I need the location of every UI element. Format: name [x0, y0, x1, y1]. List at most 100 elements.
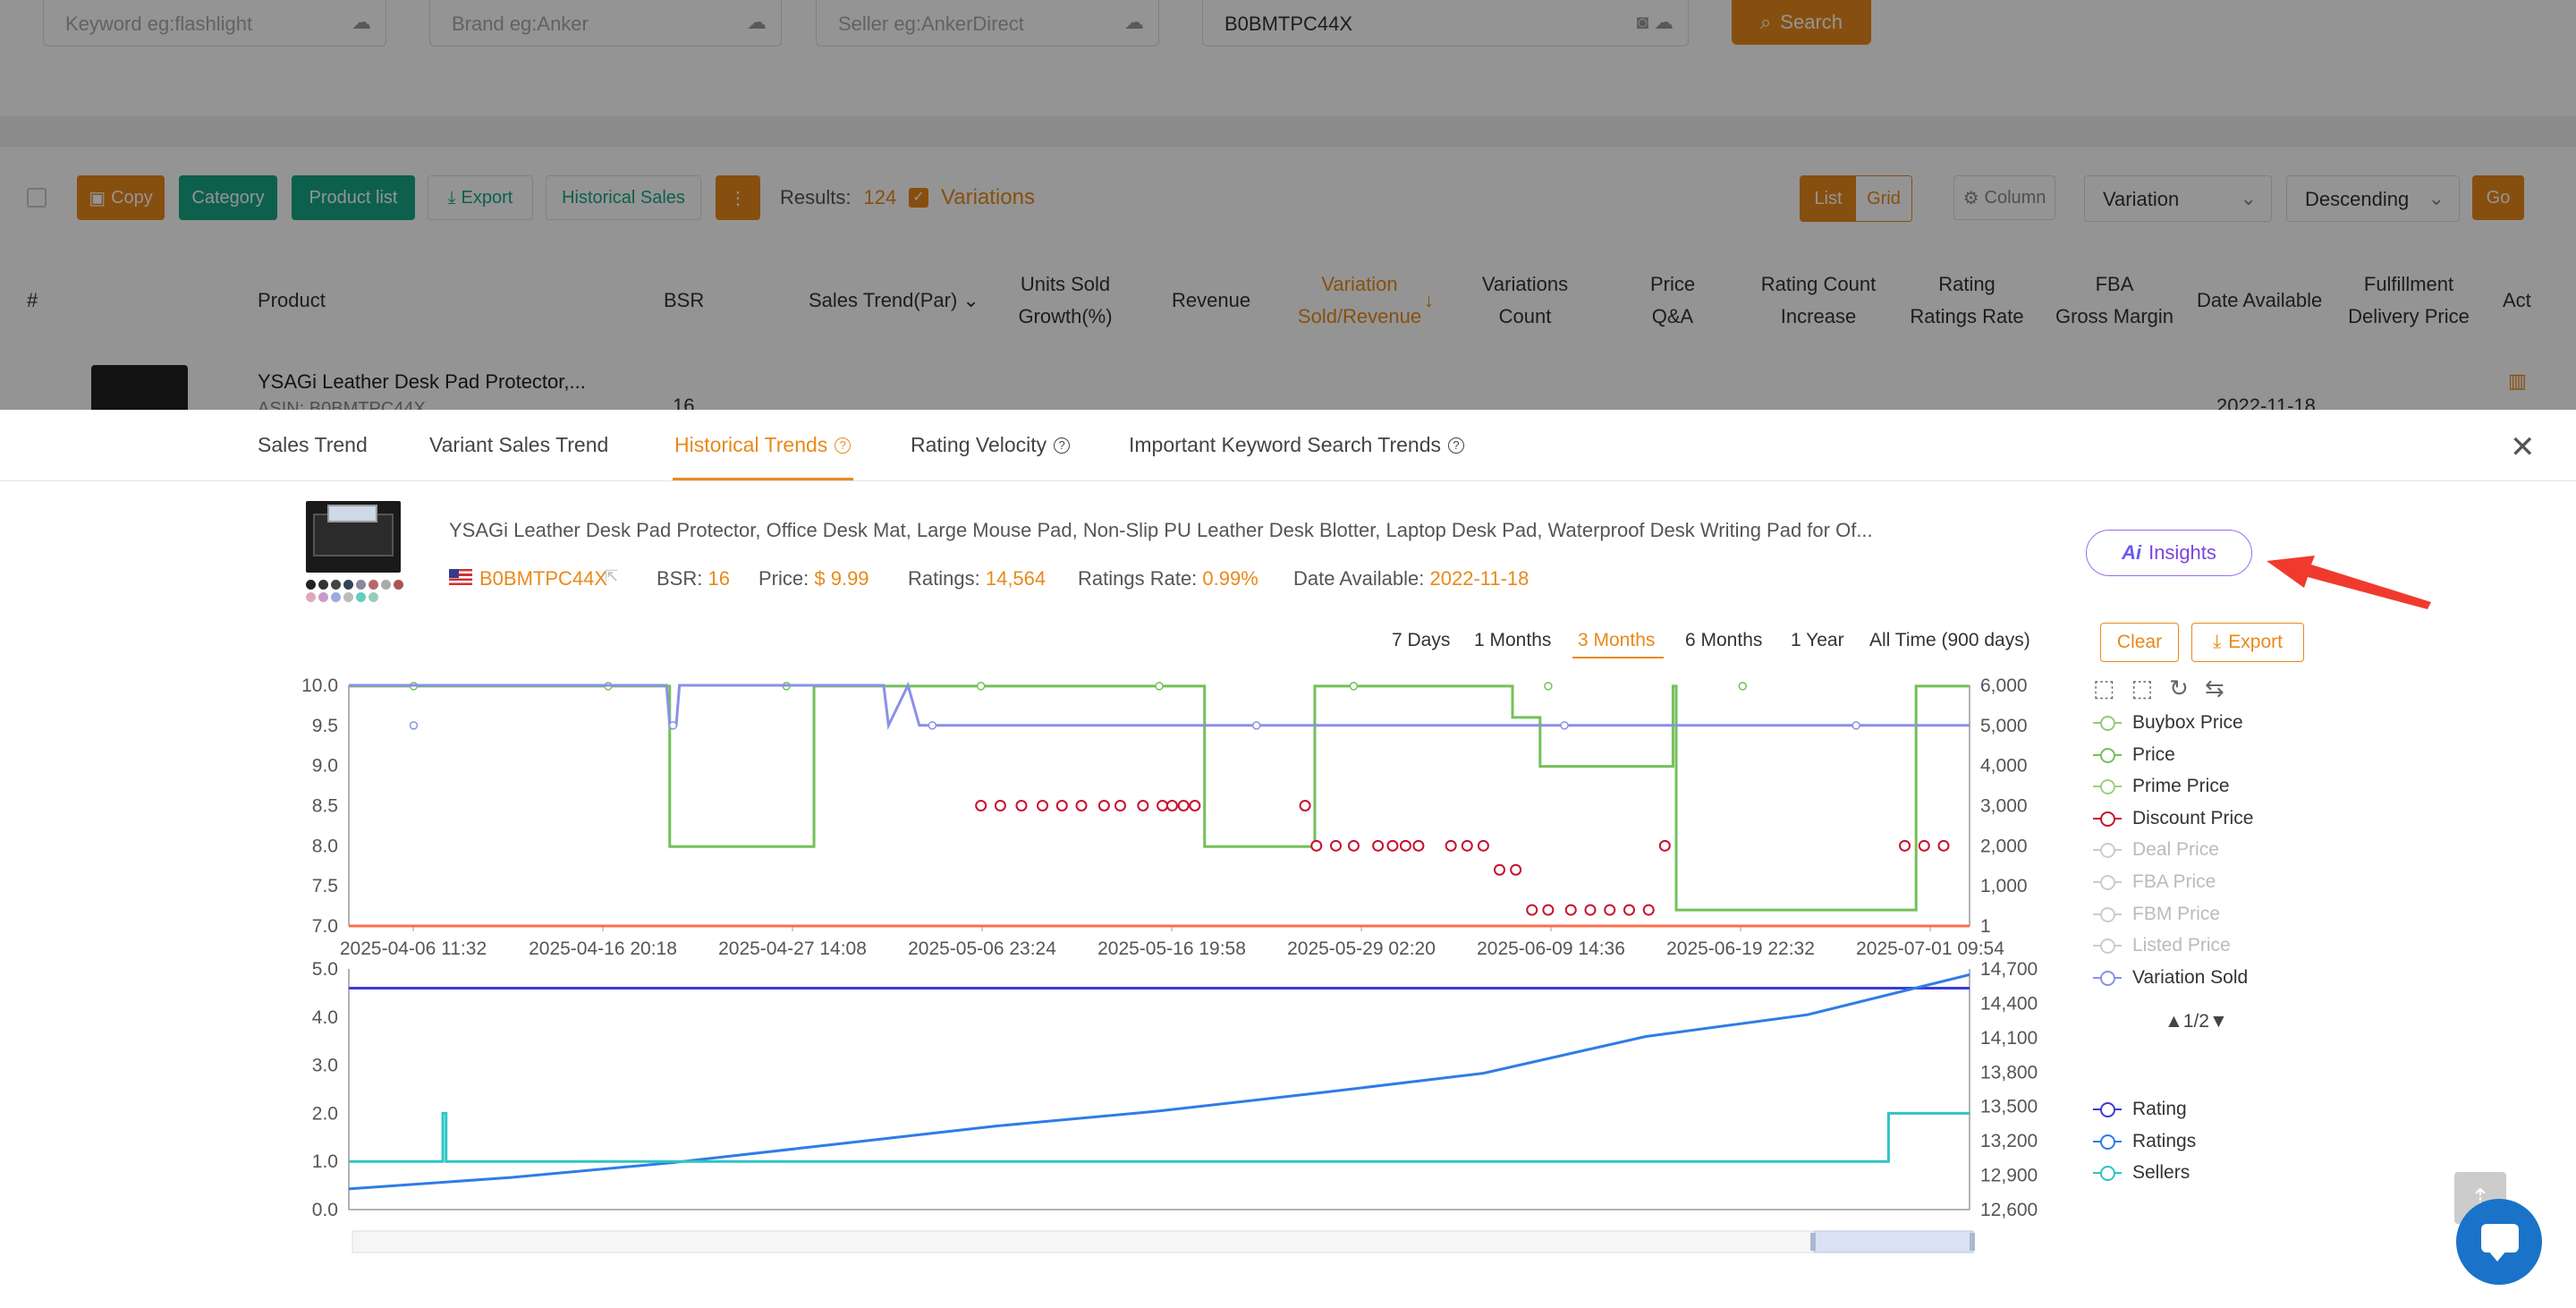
y-right-tick-label: 12,600 — [1980, 1200, 2038, 1220]
y-tick-label: 10.0 — [301, 675, 338, 696]
x-tick-label: 2025-05-16 19:58 — [1097, 939, 1246, 959]
historical-trends-chart[interactable]: 10.09.59.08.58.07.57.06,0005,0004,0003,0… — [0, 410, 2057, 1308]
x-tick-label: 2025-06-09 14:36 — [1477, 939, 1625, 959]
series-variation-sold-point — [928, 721, 937, 730]
legend-item-discount-price[interactable]: Discount Price — [2093, 808, 2253, 829]
x-tick-label: 2025-05-06 23:24 — [908, 939, 1056, 959]
series-discount-price-point — [1177, 800, 1190, 811]
legend-label: Sellers — [2132, 1162, 2190, 1184]
pager-prev-icon[interactable]: ▲ — [2165, 1011, 2183, 1032]
series-discount-price-point — [1189, 800, 1201, 811]
legend-pager[interactable]: ▲1/2▼ — [2165, 1011, 2228, 1032]
legend-marker-icon — [2093, 873, 2122, 891]
legend-marker-icon — [2093, 841, 2122, 859]
series-discount-price-point — [1310, 839, 1323, 852]
x-tick-label: 2025-04-16 20:18 — [529, 939, 677, 959]
y-tick-label: 7.5 — [312, 876, 338, 896]
legend-item-fbm-price[interactable]: FBM Price — [2093, 904, 2220, 925]
y-right-tick-label: 12,900 — [1980, 1166, 2038, 1186]
zoom-reset-icon[interactable]: ⬚ — [2131, 675, 2154, 702]
pager-label: 1/2 — [2182, 1011, 2209, 1032]
legend-label: Price — [2132, 743, 2175, 765]
series-variation-sold-point — [409, 721, 419, 730]
series-variation-sold-point — [1560, 721, 1569, 730]
series-discount-price-point — [1330, 839, 1343, 852]
data-zoom-window — [1813, 1230, 1974, 1253]
legend-item-ratings[interactable]: Ratings — [2093, 1131, 2196, 1152]
ai-icon: Ai — [2122, 541, 2142, 564]
y-right-tick-label: 14,700 — [1980, 959, 2038, 980]
x-tick-label: 2025-06-19 22:32 — [1666, 939, 1815, 959]
series-discount-price-point — [1347, 839, 1360, 852]
y-tick-label: 4.0 — [312, 1007, 338, 1028]
data-zoom-track — [352, 1230, 1970, 1253]
y-right-tick-label: 4,000 — [1980, 756, 2028, 777]
insights-button[interactable]: Ai Insights — [2086, 530, 2252, 576]
y-right-tick-label: 1,000 — [1980, 876, 2028, 896]
legend-label: FBA Price — [2132, 871, 2216, 892]
series-variation-sold-point — [1251, 721, 1261, 730]
series-discount-price-point — [1386, 839, 1399, 852]
y-right-tick-label: 6,000 — [1980, 675, 2028, 696]
y-right-tick-label: 5,000 — [1980, 716, 2028, 736]
legend-item-price[interactable]: Price — [2093, 744, 2175, 766]
legend-marker-icon — [2093, 746, 2122, 764]
series-discount-price-point — [1642, 904, 1655, 916]
x-tick-label: 2025-04-27 14:08 — [718, 939, 867, 959]
series-price-point — [1349, 682, 1359, 691]
series-discount-price-point — [1564, 904, 1577, 916]
legend-marker-icon — [2093, 937, 2122, 955]
legend-marker-icon — [2093, 1133, 2122, 1151]
legend-marker-icon — [2093, 969, 2122, 987]
y-tick-label: 3.0 — [312, 1056, 338, 1076]
y-tick-label: 8.0 — [312, 836, 338, 856]
y-tick-label: 0.0 — [312, 1200, 338, 1220]
series-discount-price-point — [1055, 800, 1068, 811]
legend-label: Ratings — [2132, 1130, 2197, 1151]
series-discount-price-point — [975, 800, 987, 811]
legend-item-listed-price[interactable]: Listed Price — [2093, 935, 2231, 956]
legend-marker-icon — [2093, 777, 2122, 795]
modal-overlay[interactable] — [0, 0, 2576, 412]
historical-trends-drawer: Sales Trend Variant Sales Trend Historic… — [0, 410, 2576, 1308]
legend-item-rating[interactable]: Rating — [2093, 1099, 2187, 1120]
legend-item-variation-sold[interactable]: Variation Sold — [2093, 967, 2248, 989]
y-right-tick-label: 2,000 — [1980, 836, 2028, 856]
legend-label: Variation Sold — [2132, 966, 2249, 988]
series-discount-price-point — [1114, 800, 1127, 811]
chart-toolbox: ⬚ ⬚ ↻ ⇆ — [2093, 675, 2224, 702]
series-price — [349, 684, 1970, 912]
legend-marker-icon — [2093, 714, 2122, 732]
swap-icon[interactable]: ⇆ — [2205, 675, 2224, 702]
y-right-tick-label: 3,000 — [1980, 796, 2028, 817]
chat-button[interactable] — [2456, 1199, 2542, 1285]
legend-item-sellers[interactable]: Sellers — [2093, 1162, 2190, 1184]
x-tick-label: 2025-05-29 02:20 — [1287, 939, 1436, 959]
refresh-icon[interactable]: ↻ — [2169, 675, 2189, 702]
annotation-arrow — [2267, 556, 2431, 609]
series-variation-sold — [349, 681, 1970, 731]
legend-label: Buybox Price — [2132, 712, 2243, 733]
close-icon[interactable]: ✕ — [2510, 429, 2536, 465]
clear-button[interactable]: Clear — [2100, 623, 2179, 662]
y-tick-label: 9.5 — [312, 716, 338, 736]
series-sellers — [349, 1111, 1970, 1163]
series-discount-price-point — [994, 800, 1006, 811]
legend-item-deal-price[interactable]: Deal Price — [2093, 839, 2219, 861]
legend-label: Rating — [2132, 1099, 2187, 1119]
series-discount-price-point — [1658, 839, 1671, 852]
legend-marker-icon — [2093, 810, 2122, 828]
series-discount-price-point — [1584, 904, 1597, 916]
legend-item-buybox-price[interactable]: Buybox Price — [2093, 712, 2243, 734]
series-variation-sold-point — [1852, 721, 1860, 730]
chart-export-button[interactable]: ⤓ Export — [2191, 623, 2304, 662]
zoom-select-icon[interactable]: ⬚ — [2093, 675, 2115, 702]
series-discount-price-point — [1412, 839, 1425, 852]
pager-next-icon[interactable]: ▼ — [2209, 1011, 2228, 1032]
legend-item-fba-price[interactable]: FBA Price — [2093, 871, 2216, 893]
series-discount-price-point — [1157, 800, 1169, 811]
y-tick-label: 7.0 — [312, 916, 338, 937]
series-discount-price-point — [1165, 800, 1178, 811]
y-tick-label: 2.0 — [312, 1103, 338, 1124]
legend-item-prime-price[interactable]: Prime Price — [2093, 776, 2230, 797]
